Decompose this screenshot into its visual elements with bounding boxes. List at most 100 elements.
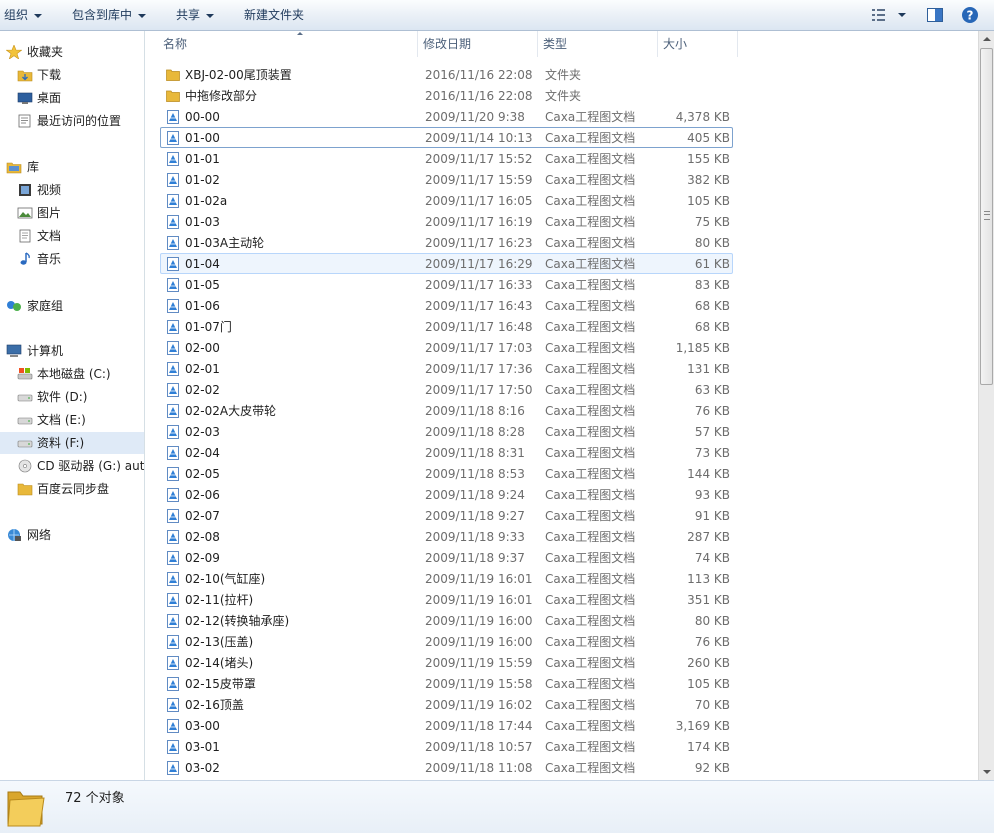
new-folder-button[interactable]: 新建文件夹 <box>244 0 304 30</box>
file-row[interactable]: 02-02 2009/11/17 17:50 Caxa工程图文档 63 KB <box>160 379 733 400</box>
file-row[interactable]: 01-06 2009/11/17 16:43 Caxa工程图文档 68 KB <box>160 295 733 316</box>
star-icon <box>6 45 22 59</box>
file-row[interactable]: 02-12(转换轴承座) 2009/11/19 16:00 Caxa工程图文档 80 … <box>160 610 733 631</box>
cell-size: 287 KB <box>687 530 730 544</box>
cell-date: 2009/11/17 16:19 <box>425 215 533 229</box>
cell-name: 01-04 <box>185 257 220 271</box>
cell-name: 02-01 <box>185 362 220 376</box>
desktop-icon <box>17 92 33 104</box>
file-row[interactable]: 02-16顶盖 2009/11/19 16:02 Caxa工程图文档 70 KB <box>160 694 733 715</box>
folder-row[interactable]: 中拖修改部分 2016/11/16 22:08 文件夹 <box>160 85 733 106</box>
file-row[interactable]: 01-04 2009/11/17 16:29 Caxa工程图文档 61 KB <box>160 253 733 274</box>
cell-size: 80 KB <box>694 236 730 250</box>
file-row[interactable]: 01-01 2009/11/17 15:52 Caxa工程图文档 155 KB <box>160 148 733 169</box>
file-row[interactable]: 03-01 2009/11/18 10:57 Caxa工程图文档 174 KB <box>160 736 733 757</box>
file-row[interactable]: 02-09 2009/11/18 9:37 Caxa工程图文档 74 KB <box>160 547 733 568</box>
view-options-button[interactable] <box>870 6 912 24</box>
cell-type: Caxa工程图文档 <box>545 593 636 607</box>
nav-baidu-sync[interactable]: 百度云同步盘 <box>0 478 144 500</box>
file-row[interactable]: 00-00 2009/11/20 9:38 Caxa工程图文档 4,378 KB <box>160 106 733 127</box>
cell-size: 68 KB <box>694 299 730 313</box>
cell-type: Caxa工程图文档 <box>545 572 636 586</box>
cell-date: 2009/11/19 15:58 <box>425 677 533 691</box>
cell-size: 405 KB <box>687 131 730 145</box>
file-row[interactable]: 02-04 2009/11/18 8:31 Caxa工程图文档 73 KB <box>160 442 733 463</box>
vertical-scrollbar[interactable] <box>978 31 994 780</box>
caxa-document-icon <box>167 761 179 775</box>
file-row[interactable]: 02-15皮带罩 2009/11/19 15:58 Caxa工程图文档 105 KB <box>160 673 733 694</box>
caxa-document-icon <box>167 509 179 523</box>
nav-libraries[interactable]: 库 <box>0 156 144 178</box>
sort-ascending-icon <box>297 32 303 35</box>
scroll-thumb[interactable] <box>980 48 993 385</box>
file-row[interactable]: 01-02a 2009/11/17 16:05 Caxa工程图文档 105 KB <box>160 190 733 211</box>
file-row[interactable]: 02-06 2009/11/18 9:24 Caxa工程图文档 93 KB <box>160 484 733 505</box>
nav-drive-c[interactable]: 本地磁盘 (C:) <box>0 363 144 385</box>
include-in-library-menu[interactable]: 包含到库中 <box>72 0 147 30</box>
nav-documents-label: 文档 <box>37 229 62 243</box>
file-row[interactable]: 01-00 2009/11/14 10:13 Caxa工程图文档 405 KB <box>160 127 733 148</box>
file-row[interactable]: 01-05 2009/11/17 16:33 Caxa工程图文档 83 KB <box>160 274 733 295</box>
file-row[interactable]: 03-00 2009/11/18 17:44 Caxa工程图文档 3,169 KB <box>160 715 733 736</box>
cell-name: 01-06 <box>185 299 220 313</box>
folder-icon <box>17 483 33 496</box>
file-row[interactable]: 02-10(气缸座) 2009/11/19 16:01 Caxa工程图文档 113 K… <box>160 568 733 589</box>
nav-drive-e[interactable]: 文档 (E:) <box>0 409 144 431</box>
file-row[interactable]: 02-13(压盖) 2009/11/19 16:00 Caxa工程图文档 76 KB <box>160 631 733 652</box>
file-row[interactable]: 02-14(堵头) 2009/11/19 15:59 Caxa工程图文档 260 KB <box>160 652 733 673</box>
organize-menu[interactable]: 组织 <box>4 0 43 30</box>
nav-drive-e-label: 文档 (E:) <box>37 413 86 427</box>
cell-type: Caxa工程图文档 <box>545 404 636 418</box>
nav-favorites[interactable]: 收藏夹 <box>0 41 144 63</box>
cell-date: 2009/11/18 8:53 <box>425 467 525 481</box>
cell-type: Caxa工程图文档 <box>545 362 636 376</box>
column-size[interactable]: 大小 <box>658 31 738 57</box>
nav-downloads[interactable]: 下载 <box>0 64 144 86</box>
caxa-document-icon <box>167 173 179 187</box>
folder-row[interactable]: XBJ-02-00尾顶装置 2016/11/16 22:08 文件夹 <box>160 64 733 85</box>
caxa-document-icon <box>167 110 179 124</box>
cell-size: 80 KB <box>694 614 730 628</box>
column-name[interactable]: 名称 <box>158 31 418 57</box>
cell-name: 03-00 <box>185 719 220 733</box>
cell-size: 93 KB <box>694 488 730 502</box>
file-row[interactable]: 02-02A大皮带轮 2009/11/18 8:16 Caxa工程图文档 76 KB <box>160 400 733 421</box>
nav-network[interactable]: 网络 <box>0 524 144 546</box>
nav-drive-g[interactable]: CD 驱动器 (G:) auto <box>0 455 144 477</box>
scroll-up-arrow-icon[interactable] <box>979 31 994 47</box>
nav-drive-f[interactable]: 资料 (F:) <box>0 432 144 454</box>
cell-type: Caxa工程图文档 <box>545 509 636 523</box>
nav-music[interactable]: 音乐 <box>0 248 144 270</box>
scroll-down-arrow-icon[interactable] <box>979 764 994 780</box>
file-row[interactable]: 01-03 2009/11/17 16:19 Caxa工程图文档 75 KB <box>160 211 733 232</box>
file-row[interactable]: 01-07门 2009/11/17 16:48 Caxa工程图文档 68 KB <box>160 316 733 337</box>
nav-desktop[interactable]: 桌面 <box>0 87 144 109</box>
file-row[interactable]: 02-00 2009/11/17 17:03 Caxa工程图文档 1,185 KB <box>160 337 733 358</box>
cell-size: 174 KB <box>687 740 730 754</box>
preview-pane-button[interactable] <box>926 6 944 24</box>
help-button[interactable]: ? <box>961 6 979 24</box>
file-row[interactable]: 01-03A主动轮 2009/11/17 16:23 Caxa工程图文档 80 KB <box>160 232 733 253</box>
file-row[interactable]: 02-07 2009/11/18 9:27 Caxa工程图文档 91 KB <box>160 505 733 526</box>
file-row[interactable]: 03-02 2009/11/18 11:08 Caxa工程图文档 92 KB <box>160 757 733 778</box>
nav-recent[interactable]: 最近访问的位置 <box>0 110 144 132</box>
file-row[interactable]: 02-03 2009/11/18 8:28 Caxa工程图文档 57 KB <box>160 421 733 442</box>
file-row[interactable]: 02-05 2009/11/18 8:53 Caxa工程图文档 144 KB <box>160 463 733 484</box>
column-date[interactable]: 修改日期 <box>418 31 538 57</box>
cell-name: 中拖修改部分 <box>185 89 258 103</box>
file-row[interactable]: 02-01 2009/11/17 17:36 Caxa工程图文档 131 KB <box>160 358 733 379</box>
cell-size: 3,169 KB <box>675 719 730 733</box>
nav-drive-d[interactable]: 软件 (D:) <box>0 386 144 408</box>
nav-pictures[interactable]: 图片 <box>0 202 144 224</box>
file-row[interactable]: 01-02 2009/11/17 15:59 Caxa工程图文档 382 KB <box>160 169 733 190</box>
file-row[interactable]: 02-11(拉杆) 2009/11/19 16:01 Caxa工程图文档 351 KB <box>160 589 733 610</box>
cell-name: 02-11(拉杆) <box>185 593 254 607</box>
nav-homegroup[interactable]: 家庭组 <box>0 295 144 317</box>
share-menu[interactable]: 共享 <box>176 0 215 30</box>
column-type[interactable]: 类型 <box>538 31 658 57</box>
file-row[interactable]: 02-08 2009/11/18 9:33 Caxa工程图文档 287 KB <box>160 526 733 547</box>
caxa-document-icon <box>167 635 179 649</box>
nav-documents[interactable]: 文档 <box>0 225 144 247</box>
nav-computer[interactable]: 计算机 <box>0 340 144 362</box>
nav-videos[interactable]: 视频 <box>0 179 144 201</box>
